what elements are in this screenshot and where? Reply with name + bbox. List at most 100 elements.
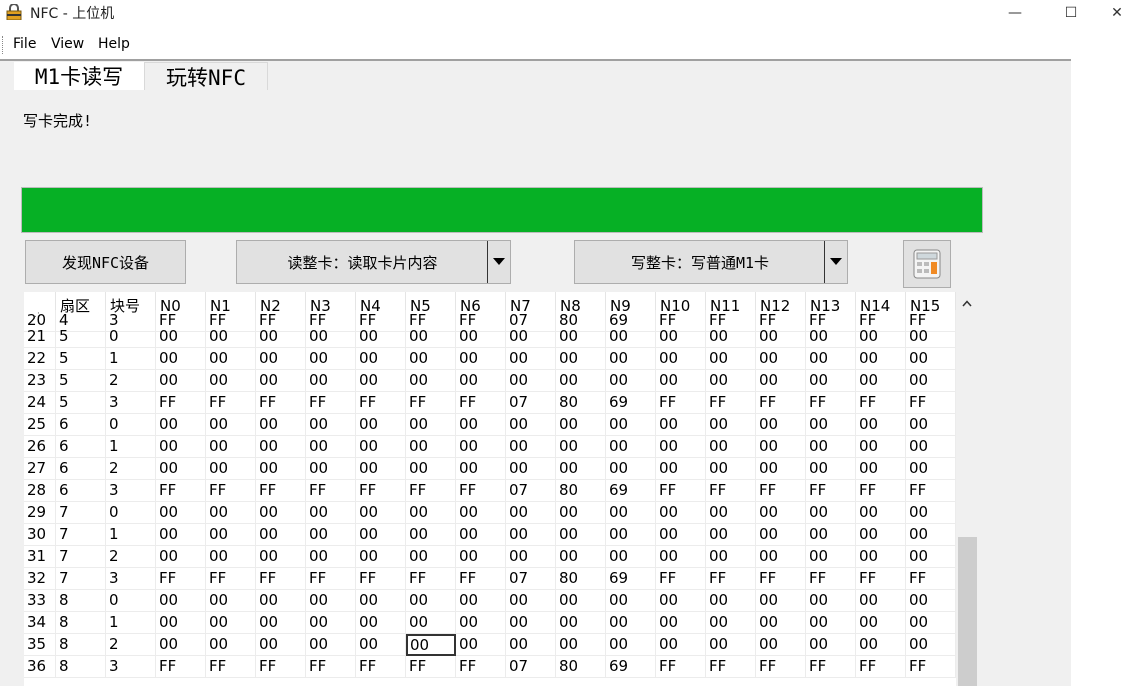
- byte-cell[interactable]: 00: [756, 348, 806, 370]
- byte-cell[interactable]: FF: [706, 656, 756, 678]
- byte-cell[interactable]: 00: [706, 502, 756, 524]
- byte-cell[interactable]: 00: [756, 370, 806, 392]
- byte-cell[interactable]: FF: [456, 656, 506, 678]
- byte-cell[interactable]: 00: [206, 546, 256, 568]
- byte-cell[interactable]: 00: [856, 326, 906, 348]
- byte-cell[interactable]: FF: [756, 392, 806, 414]
- table-row[interactable]: 24 5 3 FF FF FF FF FF FF FF 07 80 69 FF FF FF FF FF FF: [24, 392, 956, 414]
- byte-cell[interactable]: 00: [556, 370, 606, 392]
- byte-cell[interactable]: 00: [406, 524, 456, 546]
- byte-cell[interactable]: FF: [706, 568, 756, 590]
- table-row[interactable]: 32 7 3 FF FF FF FF FF FF FF 07 80 69 FF FF FF FF FF FF: [24, 568, 956, 590]
- menu-view[interactable]: View: [51, 36, 84, 52]
- byte-cell[interactable]: 00: [856, 414, 906, 436]
- byte-cell[interactable]: FF: [406, 392, 456, 414]
- byte-cell[interactable]: 80: [556, 568, 606, 590]
- byte-cell[interactable]: FF: [306, 656, 356, 678]
- byte-cell[interactable]: 00: [306, 634, 356, 656]
- byte-cell[interactable]: FF: [456, 568, 506, 590]
- byte-cell[interactable]: 00: [906, 414, 956, 436]
- row-index-cell[interactable]: 26: [24, 436, 56, 458]
- byte-cell[interactable]: 00: [306, 546, 356, 568]
- menu-file[interactable]: File: [13, 36, 36, 52]
- byte-cell[interactable]: 00: [506, 634, 556, 656]
- byte-cell[interactable]: 00: [906, 370, 956, 392]
- byte-cell[interactable]: 07: [506, 568, 556, 590]
- byte-cell[interactable]: 00: [456, 546, 506, 568]
- byte-cell[interactable]: 00: [556, 612, 606, 634]
- byte-cell[interactable]: FF: [806, 480, 856, 502]
- byte-cell[interactable]: 00: [756, 502, 806, 524]
- byte-cell[interactable]: 00: [356, 524, 406, 546]
- byte-cell[interactable]: FF: [206, 656, 256, 678]
- byte-cell[interactable]: 00: [856, 590, 906, 612]
- row-index-cell[interactable]: 28: [24, 480, 56, 502]
- byte-cell[interactable]: 00: [356, 436, 406, 458]
- table-row[interactable]: 36 8 3 FF FF FF FF FF FF FF 07 80 69 FF FF FF FF FF FF: [24, 656, 956, 678]
- byte-cell[interactable]: 00: [756, 612, 806, 634]
- byte-cell[interactable]: 00: [906, 348, 956, 370]
- byte-cell[interactable]: 00: [456, 590, 506, 612]
- table-row[interactable]: 23 5 2 00 00 00 00 00 00 00 00 00 00 00 00 00 00 00 00: [24, 370, 956, 392]
- byte-cell[interactable]: 00: [856, 546, 906, 568]
- byte-cell[interactable]: 00: [256, 414, 306, 436]
- byte-cell[interactable]: 00: [706, 458, 756, 480]
- byte-cell[interactable]: 00: [406, 414, 456, 436]
- block-cell[interactable]: 2: [106, 546, 156, 568]
- byte-cell[interactable]: 00: [856, 370, 906, 392]
- byte-cell[interactable]: 00: [706, 612, 756, 634]
- byte-cell[interactable]: 00: [406, 502, 456, 524]
- row-index-cell[interactable]: 31: [24, 546, 56, 568]
- table-row[interactable]: 33 8 0 00 00 00 00 00 00 00 00 00 00 00 00 00 00 00 00: [24, 590, 956, 612]
- sector-cell[interactable]: 6: [56, 480, 106, 502]
- close-button[interactable]: ✕: [1094, 0, 1137, 26]
- byte-cell[interactable]: 00: [406, 326, 456, 348]
- block-cell[interactable]: 1: [106, 612, 156, 634]
- row-index-cell[interactable]: 32: [24, 568, 56, 590]
- menu-help[interactable]: Help: [98, 36, 130, 52]
- byte-cell[interactable]: FF: [356, 568, 406, 590]
- calculator-button[interactable]: [903, 240, 951, 288]
- byte-cell[interactable]: 00: [256, 546, 306, 568]
- tab-play-nfc[interactable]: 玩转NFC: [144, 62, 268, 90]
- byte-cell[interactable]: 00: [656, 326, 706, 348]
- byte-cell[interactable]: 00: [306, 370, 356, 392]
- byte-cell[interactable]: FF: [656, 656, 706, 678]
- byte-cell[interactable]: 00: [306, 458, 356, 480]
- byte-cell[interactable]: FF: [656, 568, 706, 590]
- sector-cell[interactable]: 8: [56, 590, 106, 612]
- byte-cell[interactable]: FF: [206, 568, 256, 590]
- byte-cell[interactable]: 07: [506, 480, 556, 502]
- byte-cell[interactable]: 00: [656, 502, 706, 524]
- byte-cell[interactable]: FF: [856, 568, 906, 590]
- byte-cell[interactable]: 00: [656, 414, 706, 436]
- sector-cell[interactable]: 5: [56, 392, 106, 414]
- byte-cell[interactable]: 00: [906, 524, 956, 546]
- table-row[interactable]: 29 7 0 00 00 00 00 00 00 00 00 00 00 00 00 00 00 00 00: [24, 502, 956, 524]
- byte-cell[interactable]: 00: [656, 612, 706, 634]
- byte-cell[interactable]: 00: [506, 348, 556, 370]
- byte-cell[interactable]: 00: [406, 370, 456, 392]
- byte-cell[interactable]: FF: [256, 568, 306, 590]
- sector-cell[interactable]: 8: [56, 656, 106, 678]
- row-index-cell[interactable]: 36: [24, 656, 56, 678]
- byte-cell[interactable]: 00: [206, 612, 256, 634]
- byte-cell[interactable]: 00: [556, 502, 606, 524]
- table-row[interactable]: 21 5 0 00 00 00 00 00 00 00 00 00 00 00 00 00 00 00 00: [24, 326, 956, 348]
- byte-cell[interactable]: 00: [656, 590, 706, 612]
- sector-cell[interactable]: 6: [56, 414, 106, 436]
- byte-cell[interactable]: 00: [506, 436, 556, 458]
- byte-cell[interactable]: 00: [206, 348, 256, 370]
- byte-cell[interactable]: 00: [656, 348, 706, 370]
- chevron-up-icon[interactable]: [956, 292, 978, 314]
- table-row[interactable]: 30 7 1 00 00 00 00 00 00 00 00 00 00 00 00 00 00 00 00: [24, 524, 956, 546]
- byte-cell[interactable]: 00: [506, 326, 556, 348]
- byte-cell[interactable]: 00: [906, 436, 956, 458]
- byte-cell[interactable]: 00: [756, 458, 806, 480]
- byte-cell[interactable]: FF: [906, 568, 956, 590]
- byte-cell[interactable]: 00: [506, 458, 556, 480]
- block-cell[interactable]: 3: [106, 480, 156, 502]
- block-cell[interactable]: 3: [106, 656, 156, 678]
- byte-cell[interactable]: 00: [456, 326, 506, 348]
- byte-cell[interactable]: 00: [856, 502, 906, 524]
